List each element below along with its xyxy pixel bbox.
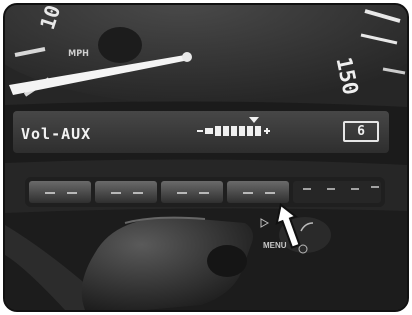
menu-button-label: MENU: [263, 241, 287, 250]
preset-number-box: 6: [343, 121, 379, 142]
car-dashboard-photo: [5, 5, 407, 310]
speed-unit-label: MPH: [68, 49, 89, 59]
preset-buttons: [25, 177, 385, 207]
display-mode-text: Vol-AUX: [21, 125, 92, 143]
photo-frame: 10 MPH 150 Vol-AUX 6 MENU: [3, 3, 409, 312]
